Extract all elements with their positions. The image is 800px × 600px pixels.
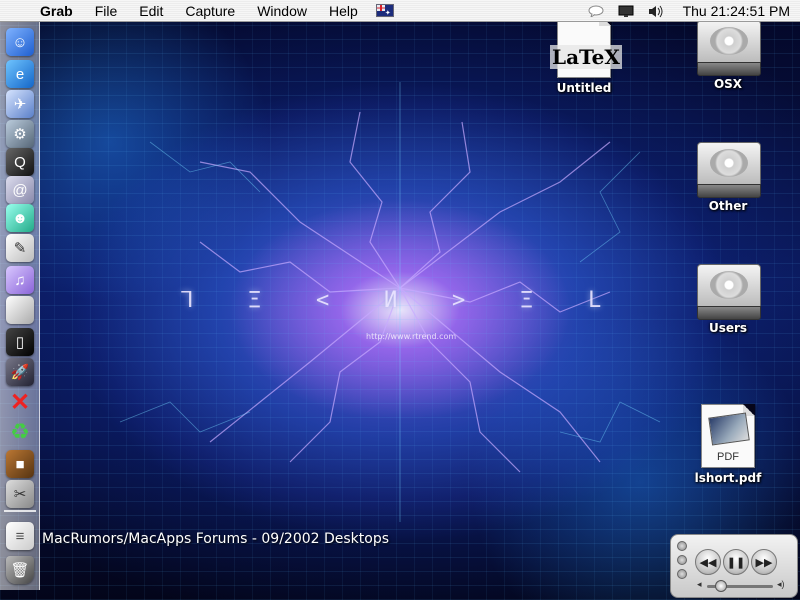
hard-disk-icon (695, 14, 761, 76)
pdf-document-icon: PDF (701, 404, 755, 468)
wallpaper-url: http://www.rtrend.com (366, 332, 457, 341)
volume-high-icon: ◂) (777, 579, 785, 589)
latex-document-icon: LaTeX (550, 14, 622, 78)
wallpaper-glyph: ᒣ (180, 288, 194, 313)
desktop-caption: MacRumors/MacApps Forums - 09/2002 Deskt… (42, 531, 390, 547)
stuffit-icon[interactable]: ■ (6, 450, 34, 478)
grab-icon[interactable]: ✂ (6, 480, 34, 508)
rewind-icon[interactable]: ◀◀ (695, 549, 721, 575)
wallpaper-glyphs: ᒣ Ξ < И > Ξ L (180, 288, 620, 328)
menu-help[interactable]: Help (329, 3, 358, 19)
zoom-icon[interactable] (677, 569, 687, 579)
volume-slider-knob[interactable] (715, 580, 728, 592)
trash-icon[interactable]: 🗑 (6, 556, 34, 584)
ichat-icon[interactable]: ☻ (6, 204, 34, 232)
pdf-mark: PDF (717, 451, 739, 463)
internet-explorer-icon[interactable]: e (6, 60, 34, 88)
desktop-icon-untitled[interactable]: LaTeX Untitled (542, 14, 626, 95)
fast-forward-icon[interactable]: ▶▶ (751, 549, 777, 575)
terminal-icon[interactable]: ▯ (6, 328, 34, 356)
finder-icon[interactable]: ☺ (6, 28, 34, 56)
app-menu-grab[interactable]: Grab (40, 3, 73, 19)
australian-flag-icon[interactable] (375, 4, 394, 17)
apple-icon[interactable] (6, 296, 34, 324)
dock: ☺ e ✈ ⚙ Q @ ☻ ✎ ♫ ▯ 🚀 ✕ ♻ ■ ✂ ≡ 🗑 (0, 22, 40, 590)
desktop-icon-label: lshort.pdf (694, 471, 762, 485)
pause-icon[interactable]: ❚❚ (723, 549, 749, 575)
x11-icon[interactable]: ✕ (6, 388, 34, 416)
itunes-icon[interactable]: ♫ (6, 266, 34, 294)
volume-low-icon: ◂ (697, 579, 702, 589)
dock-separator (4, 510, 36, 512)
desktop-icon-label: Other (708, 199, 748, 213)
wallpaper-glyph: Ξ (520, 288, 534, 313)
mail-icon[interactable]: ✈ (6, 90, 34, 118)
menu-edit[interactable]: Edit (139, 3, 163, 19)
textedit-icon[interactable]: ✎ (6, 234, 34, 262)
latex-logo: LaTeX (550, 45, 622, 69)
notes-icon[interactable]: ≡ (6, 522, 34, 550)
desktop-icon-osx[interactable]: OSX (686, 14, 770, 91)
rocket-icon[interactable]: 🚀 (6, 358, 34, 386)
desktop-icon-lshort-pdf[interactable]: PDF lshort.pdf (686, 404, 770, 485)
minimize-icon[interactable] (677, 555, 687, 565)
preview-image (708, 412, 750, 446)
close-icon[interactable] (677, 541, 687, 551)
desktop[interactable]: ᒣ Ξ < И > Ξ L http://www.rtrend.com MacR… (0, 22, 800, 600)
address-book-icon[interactable]: @ (6, 176, 34, 204)
itunes-mini-controller: ◀◀ ❚❚ ▶▶ ◂ ◂) (670, 534, 798, 598)
menu-window[interactable]: Window (257, 3, 307, 19)
quicktime-icon[interactable]: Q (6, 148, 34, 176)
system-preferences-icon[interactable]: ⚙ (6, 120, 34, 148)
speech-bubble-icon[interactable] (587, 4, 605, 18)
menu-clock[interactable]: Thu 21:24:51 PM (683, 3, 790, 19)
desktop-icon-other[interactable]: Other (686, 136, 770, 213)
desktop-icon-label: Users (708, 321, 748, 335)
desktop-icon-users[interactable]: Users (686, 258, 770, 335)
wallpaper-glyph: L (588, 288, 602, 313)
menu-extras: Thu 21:24:51 PM (587, 0, 790, 22)
menu-bar: Grab File Edit Capture Window Help Thu 2… (0, 0, 800, 22)
display-icon[interactable] (617, 4, 635, 18)
menu-file[interactable]: File (95, 3, 118, 19)
volume-icon[interactable] (647, 4, 665, 18)
hard-disk-icon (695, 136, 761, 198)
desktop-icon-label: Untitled (556, 81, 612, 95)
recycle-icon[interactable]: ♻ (6, 418, 34, 446)
menu-capture[interactable]: Capture (185, 3, 235, 19)
hard-disk-icon (695, 258, 761, 320)
desktop-icon-label: OSX (713, 77, 743, 91)
wallpaper-glyph: > (452, 288, 466, 313)
wallpaper-glyph: < (316, 288, 330, 313)
wallpaper-glyph: Ξ (248, 288, 262, 313)
wallpaper-glyph: И (384, 288, 398, 313)
